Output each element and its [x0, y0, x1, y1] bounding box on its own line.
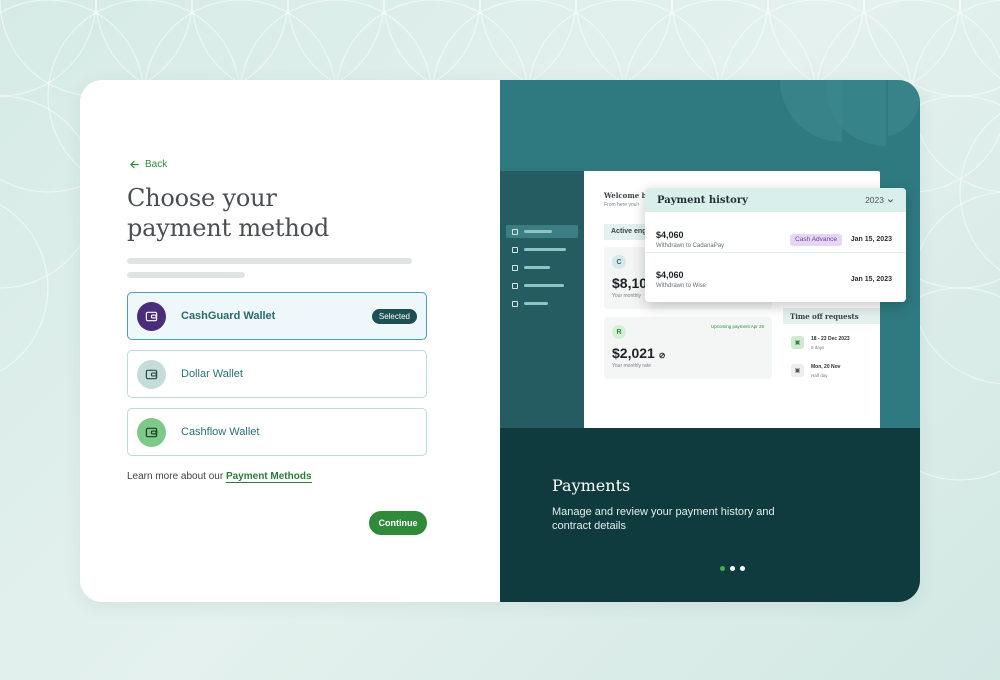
welcome-subtext: From here you'r: [604, 202, 640, 208]
learn-more-text: Learn more about our Payment Methods: [127, 471, 312, 483]
continue-button[interactable]: Continue: [369, 511, 427, 535]
history-amount: $4,060: [656, 270, 684, 280]
feature-carousel-panel: Welcome ba From here you'r Active eng C …: [500, 80, 920, 602]
wallet-icon: [137, 359, 166, 389]
amount-label: Your monthly: [612, 293, 641, 299]
back-label: Back: [145, 159, 168, 170]
engagement-card: R Upcoming payment Apr 28 $2,021 ⊘ Your …: [604, 317, 772, 379]
sidebar-item: [506, 261, 550, 274]
welcome-heading: Welcome ba: [604, 191, 652, 200]
history-amount: $4,060: [656, 230, 684, 240]
amount-label: Your monthly rate: [612, 363, 652, 369]
nav-icon: [512, 246, 518, 253]
upcoming-payment: Upcoming payment Apr 28: [710, 324, 764, 329]
chevron-down-icon: [887, 198, 894, 203]
wallet-icon: [137, 301, 166, 331]
cash-advance-tag: Cash Advance: [790, 234, 842, 246]
amount: $8,10: [612, 275, 648, 291]
payment-methods-link[interactable]: Payment Methods: [225, 471, 312, 483]
option-label: Dollar Wallet: [181, 368, 243, 380]
history-date: Jan 15, 2023: [850, 276, 892, 283]
payment-history-title: Payment history: [657, 194, 748, 206]
history-row: $4,060 Withdrawn to Wise Jan 15, 2023: [645, 260, 906, 300]
sidebar-item: [506, 297, 548, 310]
avatar: C: [612, 255, 626, 269]
selected-badge: Selected: [371, 309, 417, 324]
time-off-row: ▣ 18 - 23 Dec 2023 5 days: [791, 336, 850, 350]
onboarding-card: Back Choose your payment method CashGuar…: [80, 80, 920, 602]
sidebar-item-home: [506, 225, 578, 238]
carousel-dot[interactable]: [740, 566, 745, 571]
dashboard-sidebar: [500, 171, 584, 428]
history-desc: Withdrawn to Wise: [656, 283, 707, 289]
time-off-header: Time off requests: [783, 308, 880, 324]
option-label: CashGuard Wallet: [181, 310, 276, 322]
history-row: $4,060 Withdrawn to CadanaPay Cash Advan…: [645, 220, 906, 260]
sidebar-item: [506, 243, 566, 256]
payment-method-panel: Back Choose your payment method CashGuar…: [80, 80, 500, 602]
back-link[interactable]: Back: [129, 159, 167, 170]
arrow-left-icon: [130, 160, 139, 169]
option-label: Cashflow Wallet: [181, 426, 260, 438]
time-off-requests: Time off requests ▣ 18 - 23 Dec 2023 5 da…: [783, 308, 880, 428]
carousel-dots: [720, 566, 745, 571]
skeleton-line: [127, 258, 412, 264]
option-cashflow-wallet[interactable]: Cashflow Wallet: [127, 408, 427, 456]
carousel-dot[interactable]: [720, 566, 725, 571]
eye-off-icon: ⊘: [658, 351, 666, 360]
payment-history-header: Payment history 2023: [645, 188, 906, 212]
avatar: R: [612, 325, 626, 339]
nav-icon: [512, 264, 518, 271]
amount: $2,021 ⊘: [612, 345, 666, 361]
option-dollar-wallet[interactable]: Dollar Wallet: [127, 350, 427, 398]
divider: [645, 252, 906, 253]
nav-icon: [512, 300, 518, 307]
payment-history-card: Payment history 2023 $4,060 Withdrawn to…: [645, 188, 906, 302]
history-desc: Withdrawn to CadanaPay: [656, 243, 725, 249]
page-title: Choose your payment method: [127, 184, 329, 242]
option-cashguard-wallet[interactable]: CashGuard Wallet Selected: [127, 292, 427, 340]
carousel-description: Manage and review your payment history a…: [552, 506, 775, 532]
home-icon: [512, 228, 518, 235]
wallet-icon: [137, 417, 166, 447]
skeleton-line: [127, 272, 245, 278]
calendar-icon: ▣: [791, 336, 804, 349]
sidebar-item: [506, 279, 564, 292]
carousel-dot[interactable]: [730, 566, 735, 571]
nav-icon: [512, 282, 518, 289]
year-select[interactable]: 2023: [865, 195, 894, 205]
carousel-title: Payments: [552, 476, 631, 495]
calendar-icon: ▣: [791, 364, 804, 377]
time-off-row: ▣ Mon, 20 Nov Half day: [791, 364, 840, 378]
history-date: Jan 15, 2023: [850, 236, 892, 243]
